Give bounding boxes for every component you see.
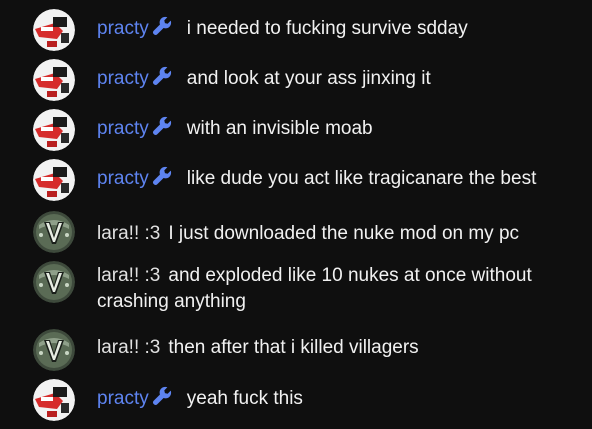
author-name[interactable]: lara!! :3: [97, 265, 160, 286]
author-name[interactable]: practy: [97, 118, 149, 139]
wrench-icon: [151, 385, 173, 407]
avatar-practy[interactable]: [33, 109, 75, 151]
avatar-practy[interactable]: [33, 59, 75, 101]
message-text: yeah fuck this: [186, 388, 303, 409]
author-name[interactable]: practy: [97, 18, 149, 39]
author-name[interactable]: practy: [97, 168, 149, 189]
message-line: practy yeah fuck this: [97, 385, 580, 412]
avatar-practy[interactable]: [33, 159, 75, 201]
message-text: with an invisible moab: [186, 118, 373, 139]
message-text: I just downloaded the nuke mod on my pc: [168, 223, 520, 244]
message-text: i needed to fucking survive sdday: [186, 18, 468, 39]
wrench-icon: [151, 115, 173, 137]
message-line: lara!! :3 I just downloaded the nuke mod …: [97, 221, 580, 247]
message-line: practy i needed to fucking survive sdday: [97, 15, 580, 42]
author-name[interactable]: lara!! :3: [97, 223, 160, 244]
message-text: like dude you act like tragicanare the b…: [186, 168, 537, 189]
avatar-practy[interactable]: [33, 379, 75, 421]
message-line: practy like dude you act like tragicanare…: [97, 165, 580, 192]
avatar-lara[interactable]: [33, 261, 75, 303]
message-line: lara!! :3 then after that i killed villag…: [97, 335, 580, 361]
wrench-icon: [151, 65, 173, 87]
author-name[interactable]: lara!! :3: [97, 337, 160, 358]
live-chat-feed: practy i needed to fucking survive sdday …: [0, 0, 592, 429]
message-text: and exploded like 10 nukes at once witho…: [97, 265, 532, 312]
message-text: and look at your ass jinxing it: [186, 68, 431, 89]
wrench-icon: [151, 165, 173, 187]
message-text: then after that i killed villagers: [168, 337, 419, 358]
wrench-icon: [151, 15, 173, 37]
author-name[interactable]: practy: [97, 388, 149, 409]
author-name[interactable]: practy: [97, 68, 149, 89]
avatar-lara[interactable]: [33, 211, 75, 253]
message-line: lara!! :3 and exploded like 10 nukes at o…: [97, 263, 580, 315]
avatar-lara[interactable]: [33, 329, 75, 371]
message-line: practy and look at your ass jinxing it: [97, 65, 580, 92]
message-line: practy with an invisible moab: [97, 115, 580, 142]
avatar-practy[interactable]: [33, 9, 75, 51]
